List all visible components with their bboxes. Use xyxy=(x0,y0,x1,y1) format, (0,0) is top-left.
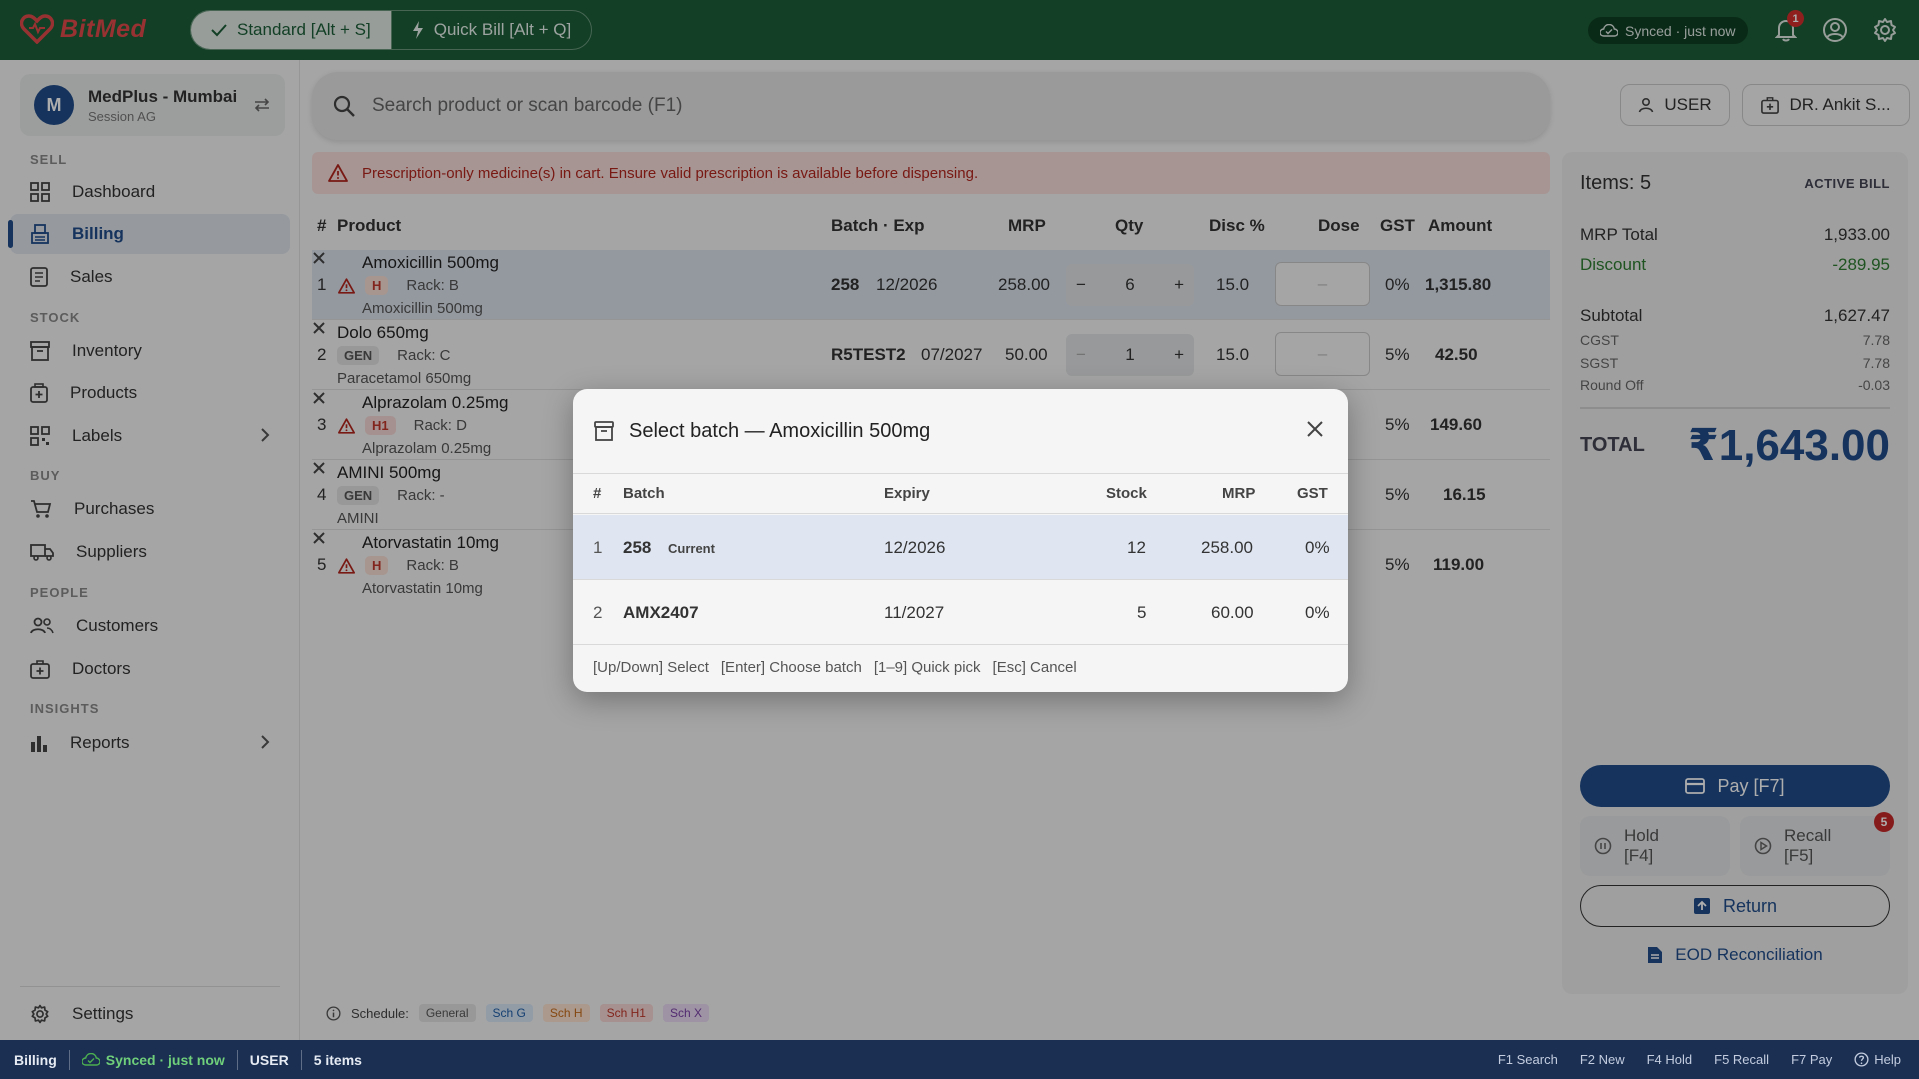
batch-gst: 0% xyxy=(1305,538,1330,557)
batch-col-stock: Stock xyxy=(1106,485,1147,502)
archive-box-icon xyxy=(594,421,614,441)
batch-col-gst: GST xyxy=(1297,485,1328,502)
batch-stock: 5 xyxy=(1137,603,1147,622)
current-batch-tag: Current xyxy=(668,541,715,556)
batch-col-batch: Batch xyxy=(623,485,665,502)
hint-quick-pick: [1–9] Quick pick xyxy=(873,659,981,676)
status-separator xyxy=(68,1049,70,1070)
batch-mrp: 60.00 xyxy=(1211,603,1254,622)
hint-select: [Up/Down] Select xyxy=(593,659,709,676)
status-separator xyxy=(236,1049,238,1070)
dialog-keyboard-hints: [Up/Down] Select [Enter] Choose batch [1… xyxy=(593,659,1077,676)
close-icon[interactable] xyxy=(1306,420,1324,438)
batch-stock: 12 xyxy=(1127,538,1146,557)
shortcut-search: F1 Search xyxy=(1497,1052,1558,1067)
status-separator xyxy=(300,1049,302,1070)
batch-mrp: 258.00 xyxy=(1201,538,1253,557)
status-page: Billing xyxy=(14,1051,57,1068)
batch-number: AMX2407 xyxy=(623,603,699,622)
batch-col-num: # xyxy=(593,485,602,502)
batch-row[interactable]: 1 258 Current 12/2026 12 258.00 0% xyxy=(573,515,1348,580)
shortcut-recall: F5 Recall xyxy=(1714,1052,1770,1067)
batch-col-mrp: MRP xyxy=(1222,485,1256,502)
help-icon xyxy=(1854,1052,1869,1067)
batch-row-num: 2 xyxy=(593,603,603,622)
batch-row-num: 1 xyxy=(593,538,603,557)
batch-gst: 0% xyxy=(1305,603,1330,622)
status-sync: Synced · just now xyxy=(105,1051,225,1068)
help-label: Help xyxy=(1874,1052,1901,1067)
hint-choose: [Enter] Choose batch xyxy=(720,659,862,676)
batch-col-expiry: Expiry xyxy=(884,485,930,502)
hint-cancel: [Esc] Cancel xyxy=(992,659,1077,676)
dialog-header: Select batch — Amoxicillin 500mg xyxy=(573,389,1348,474)
batch-table-header: # Batch Expiry Stock MRP GST xyxy=(573,474,1348,514)
batch-row[interactable]: 2 AMX2407 11/2027 5 60.00 0% xyxy=(573,580,1348,645)
shortcut-hold: F4 Hold xyxy=(1646,1052,1693,1067)
batch-expiry: 11/2027 xyxy=(884,603,945,622)
select-batch-dialog: Select batch — Amoxicillin 500mg # Batch… xyxy=(573,389,1348,692)
shortcut-new: F2 New xyxy=(1579,1052,1625,1067)
cloud-check-icon xyxy=(81,1053,100,1066)
shortcut-pay: F7 Pay xyxy=(1791,1052,1833,1067)
status-items: 5 items xyxy=(313,1051,362,1068)
batch-number: 258 xyxy=(623,538,652,557)
shortcut-hints: F1 Search F2 New F4 Hold F5 Recall F7 Pa… xyxy=(1498,1040,1901,1079)
batch-expiry: 12/2026 xyxy=(884,538,946,557)
dialog-title: Select batch — Amoxicillin 500mg xyxy=(629,419,931,442)
status-user: USER xyxy=(249,1051,289,1068)
status-bar: Billing Synced · just now USER 5 items F… xyxy=(0,1040,1919,1079)
help-link[interactable]: Help xyxy=(1854,1052,1901,1067)
